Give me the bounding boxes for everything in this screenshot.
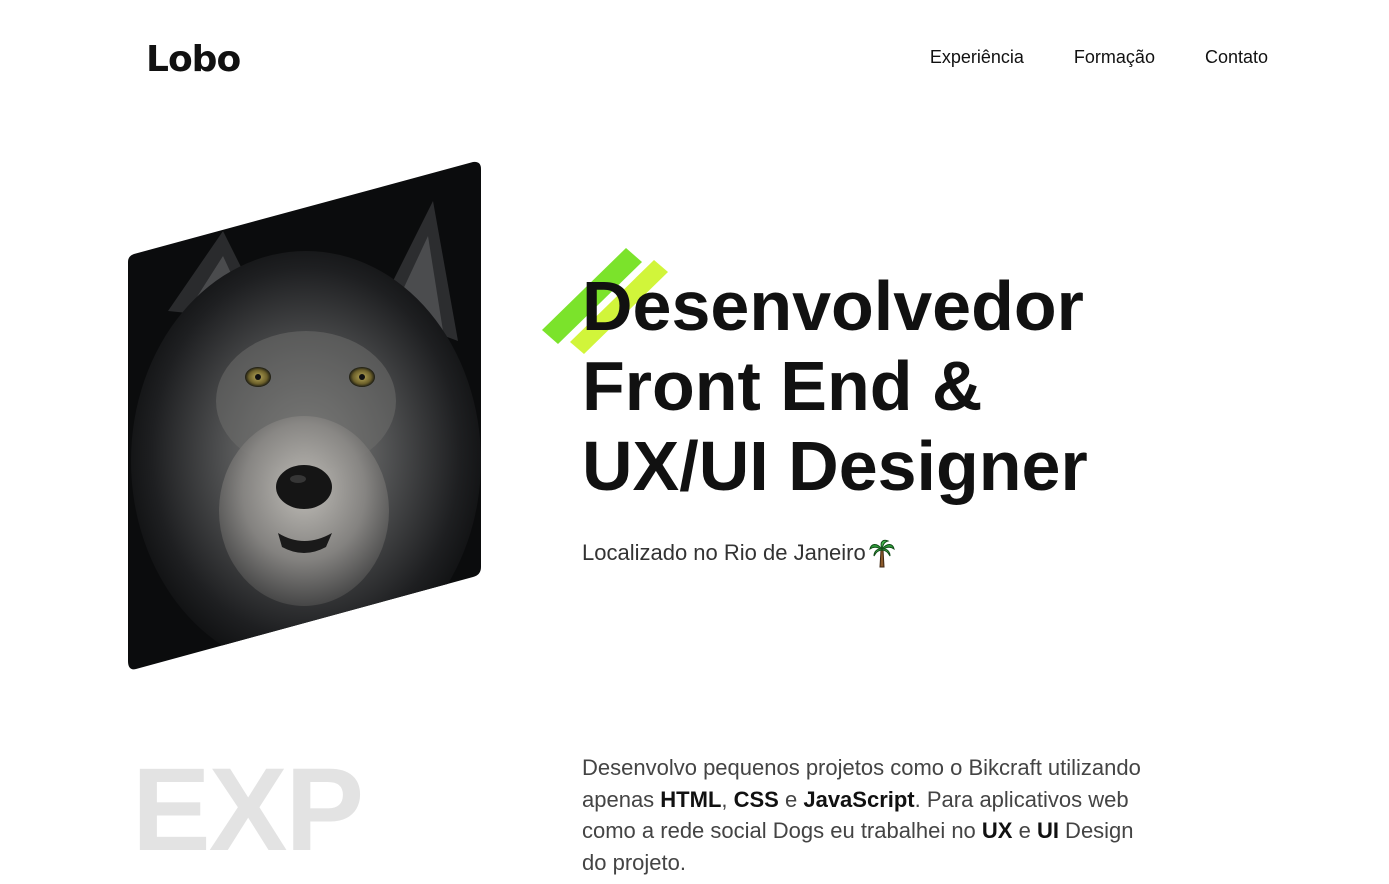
hero-headline: Desenvolvedor Front End & UX/UI Designer: [582, 266, 1088, 506]
main-nav: Experiência Formação Contato: [930, 46, 1268, 68]
hero-wolf-image: [128, 161, 481, 670]
skill-ux: UX: [981, 818, 1013, 843]
headline-line-3: UX/UI Designer: [582, 427, 1088, 505]
skill-javascript: JavaScript: [803, 786, 915, 812]
skill-html: HTML: [660, 786, 722, 812]
palm-tree-icon: [869, 539, 895, 568]
headline-line-2: Front End &: [582, 347, 983, 425]
logo[interactable]: Lobo: [146, 40, 241, 80]
location-text: Localizado no Rio de Janeiro: [582, 538, 896, 568]
nav-item-contato[interactable]: Contato: [1205, 46, 1268, 68]
page: Lobo Experiência Formação Contato Desenv…: [0, 0, 1389, 884]
skill-ui: UI: [1036, 818, 1059, 843]
nav-item-formacao[interactable]: Formação: [1074, 46, 1155, 68]
location-label: Localizado no Rio de Janeiro: [582, 540, 866, 565]
experience-description: Desenvolvo pequenos projetos como o Bikc…: [582, 755, 1141, 875]
headline-line-1: Desenvolvedor: [582, 267, 1084, 345]
skill-css: CSS: [733, 786, 779, 812]
experience-ghost-title: EXP: [132, 744, 364, 876]
nav-item-experiencia[interactable]: Experiência: [930, 46, 1024, 68]
